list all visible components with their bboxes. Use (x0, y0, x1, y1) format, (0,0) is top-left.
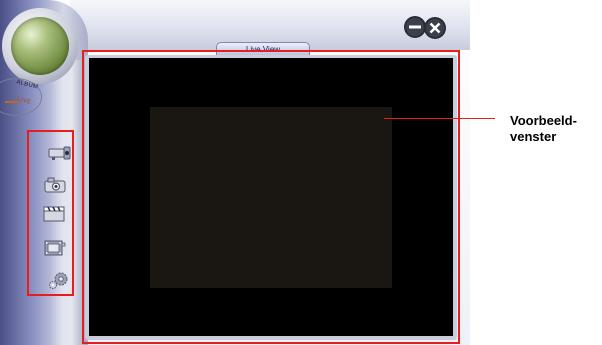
viewport-highlight (82, 50, 460, 344)
callout-line (384, 118, 495, 119)
callout-label-line2: venster (510, 129, 557, 144)
minimize-icon[interactable] (404, 16, 426, 38)
callout-label-line1: Voorbeeld- (510, 113, 577, 128)
status-orb[interactable] (11, 17, 69, 75)
toolbar-highlight (27, 130, 74, 296)
close-icon[interactable] (424, 17, 446, 39)
callout-label: Voorbeeld- venster (510, 113, 602, 145)
window-controls (402, 14, 450, 40)
